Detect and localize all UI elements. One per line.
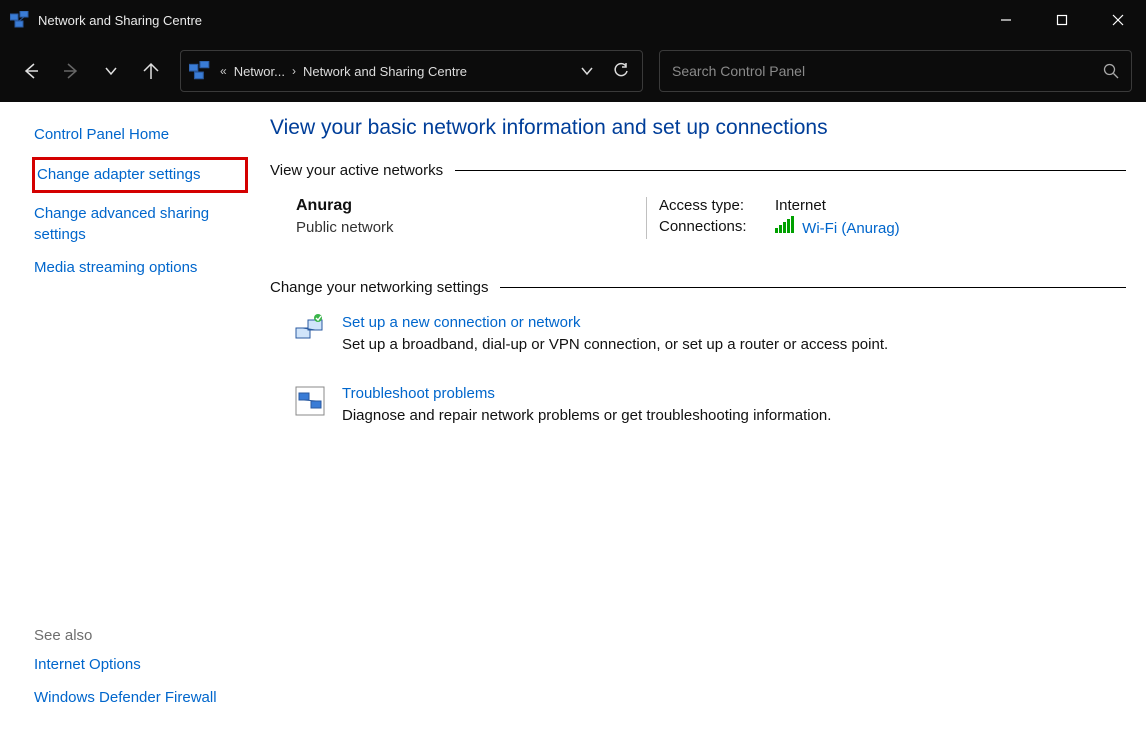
toolbar: « Networ... › Network and Sharing Centre [0, 40, 1146, 102]
back-button[interactable] [14, 54, 48, 88]
troubleshoot-link[interactable]: Troubleshoot problems [342, 385, 831, 402]
search-box[interactable] [659, 50, 1132, 92]
sidebar-change-advanced-sharing[interactable]: Change advanced sharing settings [34, 203, 242, 245]
option-troubleshoot: Troubleshoot problems Diagnose and repai… [294, 385, 1126, 424]
setup-connection-link[interactable]: Set up a new connection or network [342, 314, 888, 331]
sidebar-control-panel-home[interactable]: Control Panel Home [34, 124, 242, 145]
address-icon [189, 61, 211, 81]
change-settings-heading: Change your networking settings [270, 279, 1126, 296]
access-type-value: Internet [775, 197, 826, 214]
sidebar-change-adapter-settings[interactable]: Change adapter settings [37, 164, 239, 185]
wifi-signal-icon [775, 216, 794, 233]
setup-connection-desc: Set up a broadband, dial-up or VPN conne… [342, 336, 888, 353]
maximize-button[interactable] [1034, 0, 1090, 40]
search-input[interactable] [672, 63, 1103, 79]
sidebar: Control Panel Home Change adapter settin… [0, 102, 260, 742]
breadcrumb-current[interactable]: Network and Sharing Centre [303, 64, 467, 79]
address-bar[interactable]: « Networ... › Network and Sharing Centre [180, 50, 643, 92]
close-button[interactable] [1090, 0, 1146, 40]
recent-dropdown-button[interactable] [94, 54, 128, 88]
troubleshoot-icon [294, 385, 326, 417]
see-also-heading: See also [34, 627, 242, 644]
content-pane: View your basic network information and … [260, 102, 1146, 742]
titlebar: Network and Sharing Centre [0, 0, 1146, 40]
connection-link[interactable]: Wi-Fi (Anurag) [802, 220, 900, 237]
active-networks-heading: View your active networks [270, 162, 1126, 179]
active-network-row: Anurag Public network Access type: Inter… [296, 197, 1126, 239]
access-type-label: Access type: [659, 197, 755, 214]
sidebar-media-streaming[interactable]: Media streaming options [34, 257, 242, 278]
app-icon [10, 11, 30, 29]
main-area: Control Panel Home Change adapter settin… [0, 102, 1146, 742]
network-setup-icon [294, 314, 326, 346]
network-type: Public network [296, 219, 646, 236]
nav-arrows [14, 54, 168, 88]
sidebar-windows-defender-firewall[interactable]: Windows Defender Firewall [34, 687, 242, 708]
connections-label: Connections: [659, 218, 755, 235]
divider-line [500, 287, 1126, 288]
address-dropdown-button[interactable] [572, 56, 602, 86]
vertical-divider [646, 197, 647, 239]
option-setup-connection: Set up a new connection or network Set u… [294, 314, 1126, 353]
search-icon[interactable] [1103, 63, 1119, 79]
troubleshoot-desc: Diagnose and repair network problems or … [342, 407, 831, 424]
page-heading: View your basic network information and … [270, 116, 1126, 140]
up-button[interactable] [134, 54, 168, 88]
breadcrumb-separator-icon: › [289, 64, 299, 78]
forward-button[interactable] [54, 54, 88, 88]
minimize-button[interactable] [978, 0, 1034, 40]
window-controls [978, 0, 1146, 40]
divider-line [455, 170, 1126, 171]
breadcrumb-overflow-icon[interactable]: « [217, 64, 230, 78]
network-name: Anurag [296, 197, 646, 215]
window-title: Network and Sharing Centre [38, 13, 978, 28]
highlighted-box: Change adapter settings [32, 157, 248, 193]
refresh-button[interactable] [606, 56, 636, 86]
breadcrumb-prev[interactable]: Networ... [234, 64, 285, 79]
sidebar-internet-options[interactable]: Internet Options [34, 654, 242, 675]
